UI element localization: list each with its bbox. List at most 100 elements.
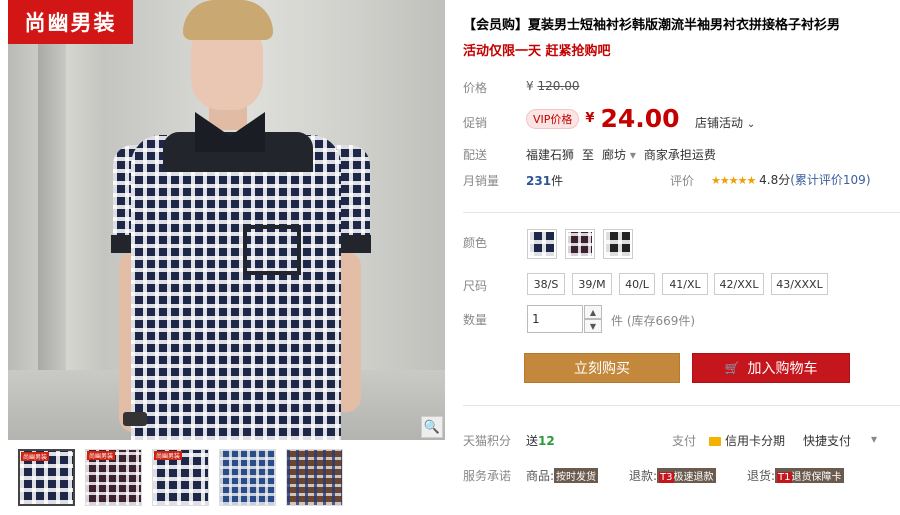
model-figure	[103, 0, 373, 440]
service-item-shipping[interactable]: 商品: 按时发货	[526, 467, 599, 484]
main-product-image[interactable]: 尚幽男装 🔍	[8, 0, 445, 440]
service-tag: 按时发货	[554, 468, 599, 483]
points-value: 12	[538, 434, 555, 448]
quantity-up-icon[interactable]: ▲	[584, 305, 602, 319]
currency-symbol: ¥	[526, 79, 534, 93]
size-option-40-l[interactable]: 40/L	[619, 273, 655, 295]
ship-to-word: 至	[582, 148, 595, 162]
rating-label: 评价	[670, 174, 695, 188]
quantity-down-icon[interactable]: ▼	[584, 319, 602, 333]
swatch-image	[568, 232, 592, 256]
store-activity-label: 店铺活动	[695, 116, 744, 130]
product-title: 【会员购】夏装男士短袖衬衫韩版潮流半袖男衬衣拼接格子衬衫男	[463, 18, 841, 33]
tmall-points-label: 天猫积分	[463, 434, 512, 448]
shirt-pocket	[243, 225, 301, 275]
size-label: 尺码	[463, 279, 488, 293]
service-prefix: 退货:	[747, 469, 776, 483]
monthly-sales-unit: 件	[551, 174, 564, 188]
monthly-sales-count: 231	[526, 174, 552, 188]
chevron-down-icon: ⌄	[746, 119, 756, 130]
price-label: 价格	[463, 81, 488, 95]
service-prefix: 退款:	[629, 469, 658, 483]
add-to-cart-label: 加入购物车	[747, 361, 818, 377]
rating-stars-icon: ★★★★★	[711, 174, 756, 187]
shipping-label: 配送	[463, 148, 488, 162]
destination-dropdown[interactable]: 廊坊 ▾	[602, 146, 636, 163]
stock-count: (库存669件)	[626, 314, 696, 328]
color-swatch-black[interactable]	[603, 229, 633, 259]
size-option-39-m[interactable]: 39/M	[572, 273, 612, 295]
promo-price-label: 促销	[463, 116, 488, 130]
thumbnail-4[interactable]	[219, 449, 276, 506]
thumbnail-2[interactable]: 尚幽男装	[85, 449, 142, 506]
cart-icon: 🛒	[724, 361, 740, 375]
brand-logo: 尚幽男装	[8, 0, 133, 44]
divider	[463, 212, 900, 213]
promo-text: 活动仅限一天 赶紧抢购吧	[463, 44, 611, 59]
tmall-points: 送12	[526, 432, 555, 449]
quantity-label: 数量	[463, 313, 488, 327]
original-price-value: 120.00	[537, 79, 580, 93]
size-option-42-xxl[interactable]: 42/XXL	[714, 273, 764, 295]
size-option-38-s[interactable]: 38/S	[527, 273, 565, 295]
model-watch	[123, 412, 147, 426]
divider	[463, 405, 900, 406]
thumbnail-image	[287, 450, 342, 505]
service-promise-label: 服务承诺	[463, 469, 512, 483]
thumbnail-brand-label: 尚幽男装	[21, 452, 50, 461]
credit-card-icon	[709, 437, 721, 446]
credit-card-installment[interactable]: 信用卡分期	[709, 432, 785, 449]
color-swatch-red[interactable]	[565, 229, 595, 259]
store-activity-dropdown[interactable]: 店铺活动 ⌄	[695, 114, 755, 131]
thumbnail-brand-label: 尚幽男装	[87, 451, 116, 460]
payment-caret-down-icon[interactable]: ▾	[871, 432, 877, 446]
service-item-refund[interactable]: 退款: T3极速退款	[629, 467, 716, 484]
caret-down-icon: ▾	[629, 148, 636, 162]
shipping-row: 福建石狮 至 廊坊 ▾ 商家承担运费	[526, 146, 716, 163]
currency-symbol: ¥	[585, 111, 595, 126]
rating-summary[interactable]: ★★★★★ 4.8分(累计评价109)	[711, 171, 871, 188]
promo-price-value: 24.00	[600, 104, 680, 133]
thumbnail-image	[220, 450, 275, 505]
size-option-41-xl[interactable]: 41/XL	[662, 273, 708, 295]
service-tag-text: 退货保障卡	[791, 472, 842, 483]
monthly-sales-label: 月销量	[463, 174, 500, 188]
service-item-return[interactable]: 退货: T1退货保障卡	[747, 467, 844, 484]
thumbnail-1[interactable]: 尚幽男装	[18, 449, 75, 506]
review-count-link: (累计评价109)	[790, 173, 871, 187]
color-label: 颜色	[463, 236, 488, 250]
swatch-image	[606, 232, 630, 256]
monthly-sales: 231件	[526, 172, 563, 189]
color-swatch-blue[interactable]	[527, 229, 557, 259]
quantity-unit: 件	[611, 314, 624, 328]
service-tag-number: T3	[659, 472, 674, 483]
credit-card-label: 信用卡分期	[725, 434, 786, 448]
service-tag-number: T1	[777, 472, 792, 483]
service-tag-text: 极速退款	[673, 472, 714, 483]
shipping-fee: 商家承担运费	[643, 148, 716, 162]
model-hair	[183, 0, 273, 40]
buy-now-button[interactable]: 立刻购买	[524, 353, 680, 383]
quick-pay[interactable]: 快捷支付	[803, 432, 851, 449]
ship-from: 福建石狮	[526, 148, 575, 162]
payment-label: 支付	[672, 434, 697, 448]
service-tag: T3极速退款	[657, 468, 716, 483]
service-prefix: 商品:	[526, 469, 555, 483]
quantity-input[interactable]	[527, 305, 583, 333]
original-price: ¥ 120.00	[526, 79, 579, 93]
thumbnail-strip: 尚幽男装 尚幽男装 尚幽男装	[18, 449, 343, 506]
add-to-cart-button[interactable]: 🛒 加入购物车	[692, 353, 850, 383]
thumbnail-5[interactable]	[286, 449, 343, 506]
promo-price-row: VIP价格 ¥ 24.00	[526, 104, 680, 133]
thumbnail-3[interactable]: 尚幽男装	[152, 449, 209, 506]
vip-price-badge: VIP价格	[526, 108, 580, 129]
zoom-icon[interactable]: 🔍	[421, 416, 443, 438]
stock-info: 件 (库存669件)	[611, 312, 695, 329]
thumbnail-brand-label: 尚幽男装	[154, 451, 183, 460]
rating-score: 4.8分	[759, 173, 791, 187]
destination-city: 廊坊	[602, 148, 627, 162]
points-send-word: 送	[526, 434, 539, 448]
swatch-image	[530, 232, 554, 256]
shirt-body	[131, 135, 341, 440]
size-option-43-xxxl[interactable]: 43/XXXL	[771, 273, 828, 295]
